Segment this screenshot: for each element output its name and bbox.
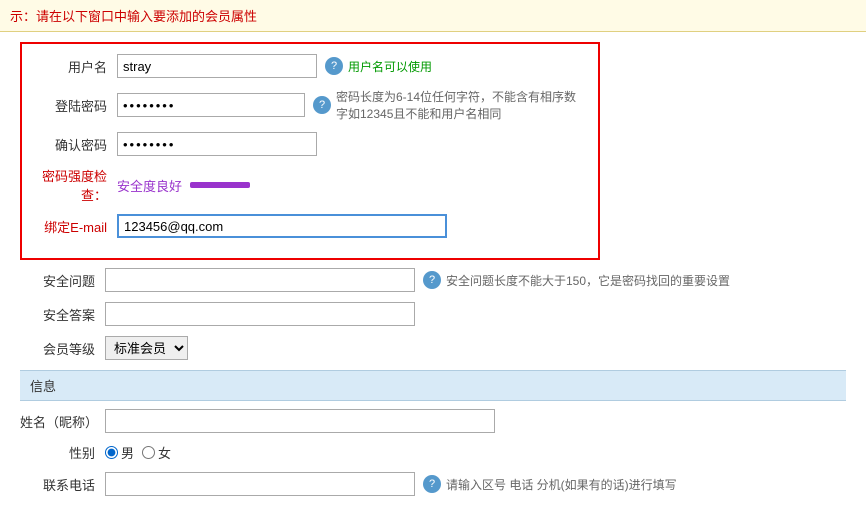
phone-label: 联系电话 [20,475,105,494]
security-question-label: 安全问题 [20,271,105,290]
phone-row: 联系电话 ? 请输入区号 电话 分机(如果有的话)进行填写 [20,472,846,496]
email-label: 绑定E-mail [32,217,117,236]
gender-female-label[interactable]: 女 [142,443,171,462]
password-hint-block: ? 密码长度为6-14位任何字符，不能含有相序数字如12345且不能和用户名相同 [313,88,583,122]
gender-female-text: 女 [158,443,171,462]
phone-hint-icon: ? [423,475,441,493]
security-question-hint-icon: ? [423,271,441,289]
security-question-input[interactable] [105,268,415,292]
phone-hint-text: 请输入区号 电话 分机(如果有的话)进行填写 [446,476,677,493]
username-label: 用户名 [32,57,117,76]
password-row: 登陆密码 ? 密码长度为6-14位任何字符，不能含有相序数字如12345且不能和… [32,88,583,122]
confirm-password-input[interactable] [117,132,317,156]
password-input[interactable] [117,93,305,117]
strength-label: 密码强度检查： [32,166,117,204]
phone-input[interactable] [105,472,415,496]
member-level-label: 会员等级 [20,339,105,358]
section-info-header: 信息 [20,370,846,401]
phone-hint-block: ? 请输入区号 电话 分机(如果有的话)进行填写 [423,475,677,493]
security-answer-input[interactable] [105,302,415,326]
username-hint-block: ? 用户名可以使用 [325,57,432,75]
section-info-text: 信息 [30,379,56,394]
security-answer-label: 安全答案 [20,305,105,324]
gender-row: 性别 男 女 [20,443,846,462]
name-input[interactable] [105,409,495,433]
notice-text: 示：请在以下窗口中输入要添加的会员属性 [10,9,257,24]
password-label: 登陆密码 [32,96,117,115]
form-container: 用户名 ? 用户名可以使用 登陆密码 ? 密码长度为6-14位任何字符，不能含有… [0,32,866,516]
username-hint-text: 用户名可以使用 [348,58,432,75]
required-fields-box: 用户名 ? 用户名可以使用 登陆密码 ? 密码长度为6-14位任何字符，不能含有… [20,42,600,260]
password-hint-text: 密码长度为6-14位任何字符，不能含有相序数字如12345且不能和用户名相同 [336,88,583,122]
security-question-row: 安全问题 ? 安全问题长度不能大于150，它是密码找回的重要设置 [20,268,846,292]
password-hint-icon: ? [313,96,331,114]
strength-bar [190,182,250,188]
security-question-hint-text: 安全问题长度不能大于150，它是密码找回的重要设置 [446,272,730,289]
gender-male-text: 男 [121,443,134,462]
strength-row: 密码强度检查： 安全度良好 [32,166,583,204]
username-input[interactable] [117,54,317,78]
strength-text: 安全度良好 [117,176,182,195]
confirm-label: 确认密码 [32,135,117,154]
notice-bar: 示：请在以下窗口中输入要添加的会员属性 [0,0,866,32]
gender-radio-group: 男 女 [105,443,171,462]
username-row: 用户名 ? 用户名可以使用 [32,54,583,78]
gender-male-label[interactable]: 男 [105,443,134,462]
member-level-row: 会员等级 标准会员 高级会员 VIP会员 [20,336,846,360]
security-question-hint-block: ? 安全问题长度不能大于150，它是密码找回的重要设置 [423,271,730,289]
confirm-password-row: 确认密码 [32,132,583,156]
gender-label: 性别 [20,443,105,462]
email-input[interactable] [117,214,447,238]
name-label: 姓名（昵称） [20,412,105,431]
email-row: 绑定E-mail [32,214,583,238]
strength-bar-wrap: 安全度良好 [117,176,250,195]
name-row: 姓名（昵称） [20,409,846,433]
gender-male-radio[interactable] [105,446,118,459]
username-hint-icon: ? [325,57,343,75]
gender-female-radio[interactable] [142,446,155,459]
member-level-select[interactable]: 标准会员 高级会员 VIP会员 [105,336,188,360]
security-answer-row: 安全答案 [20,302,846,326]
